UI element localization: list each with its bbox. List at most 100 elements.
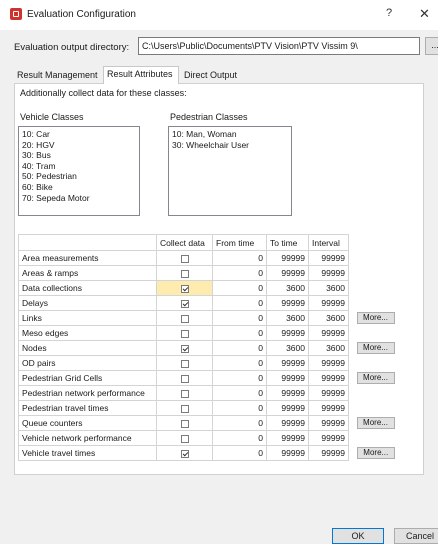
collect-cell[interactable] xyxy=(156,325,213,341)
interval-cell[interactable]: 3600 xyxy=(308,340,349,356)
collect-cell[interactable] xyxy=(156,340,213,356)
list-item[interactable]: 20: HGV xyxy=(22,140,136,151)
to-time-cell[interactable]: 99999 xyxy=(266,400,309,416)
from-time-cell[interactable]: 0 xyxy=(212,325,267,341)
collect-checkbox[interactable] xyxy=(180,299,189,308)
output-directory-field[interactable]: C:\Users\Public\Documents\PTV Vision\PTV… xyxy=(138,37,420,55)
list-item[interactable]: 60: Bike xyxy=(22,182,136,193)
table-row[interactable]: Pedestrian network performance 0 99999 9999… xyxy=(18,385,403,401)
interval-cell[interactable]: 3600 xyxy=(308,310,349,326)
collect-cell[interactable] xyxy=(156,265,213,281)
collect-checkbox[interactable] xyxy=(180,269,189,278)
close-icon[interactable]: ✕ xyxy=(419,6,430,22)
list-item[interactable]: 40: Tram xyxy=(22,161,136,172)
table-row[interactable]: Queue counters 0 99999 99999 More... xyxy=(18,415,403,431)
to-time-cell[interactable]: 99999 xyxy=(266,370,309,386)
interval-cell[interactable]: 99999 xyxy=(308,430,349,446)
collect-cell[interactable] xyxy=(156,400,213,416)
collect-checkbox[interactable] xyxy=(180,314,189,323)
list-item[interactable]: 70: Sepeda Motor xyxy=(22,193,136,204)
list-item[interactable]: 10: Man, Woman xyxy=(172,129,288,140)
table-row[interactable]: Data collections 0 3600 3600 xyxy=(18,280,403,296)
tab-result-management[interactable]: Result Management xyxy=(14,68,102,83)
more-button[interactable]: More... xyxy=(356,447,395,459)
table-row[interactable]: Links 0 3600 3600 More... xyxy=(18,310,403,326)
more-button[interactable]: More... xyxy=(356,312,395,324)
table-row[interactable]: Meso edges 0 99999 99999 xyxy=(18,325,403,341)
from-time-cell[interactable]: 0 xyxy=(212,385,267,401)
from-time-cell[interactable]: 0 xyxy=(212,340,267,356)
collect-checkbox[interactable] xyxy=(180,389,189,398)
to-time-cell[interactable]: 99999 xyxy=(266,355,309,371)
collect-cell[interactable] xyxy=(156,415,213,431)
interval-cell[interactable]: 99999 xyxy=(308,400,349,416)
from-time-cell[interactable]: 0 xyxy=(212,445,267,461)
collect-cell[interactable] xyxy=(156,385,213,401)
table-row[interactable]: OD pairs 0 99999 99999 xyxy=(18,355,403,371)
to-time-cell[interactable]: 99999 xyxy=(266,250,309,266)
interval-cell[interactable]: 99999 xyxy=(308,265,349,281)
help-icon[interactable]: ? xyxy=(386,7,392,19)
vehicle-classes-list[interactable]: 10: Car 20: HGV 30: Bus 40: Tram 50: Ped… xyxy=(18,126,140,216)
cancel-button[interactable]: Cancel xyxy=(394,528,438,544)
to-time-cell[interactable]: 3600 xyxy=(266,340,309,356)
to-time-cell[interactable]: 99999 xyxy=(266,415,309,431)
more-button[interactable]: More... xyxy=(356,342,395,354)
from-time-cell[interactable]: 0 xyxy=(212,310,267,326)
to-time-cell[interactable]: 3600 xyxy=(266,280,309,296)
from-time-cell[interactable]: 0 xyxy=(212,250,267,266)
collect-cell[interactable] xyxy=(156,310,213,326)
from-time-cell[interactable]: 0 xyxy=(212,280,267,296)
pedestrian-classes-list[interactable]: 10: Man, Woman 30: Wheelchair User xyxy=(168,126,292,216)
interval-cell[interactable]: 99999 xyxy=(308,325,349,341)
ok-button[interactable]: OK xyxy=(332,528,384,544)
from-time-cell[interactable]: 0 xyxy=(212,370,267,386)
list-item[interactable]: 30: Bus xyxy=(22,150,136,161)
to-time-cell[interactable]: 3600 xyxy=(266,310,309,326)
collect-checkbox[interactable] xyxy=(180,254,189,263)
collect-checkbox[interactable] xyxy=(180,434,189,443)
collect-cell[interactable] xyxy=(156,355,213,371)
interval-cell[interactable]: 99999 xyxy=(308,445,349,461)
table-row[interactable]: Pedestrian Grid Cells 0 99999 99999 More... xyxy=(18,370,403,386)
more-button[interactable]: More... xyxy=(356,417,395,429)
collect-checkbox[interactable] xyxy=(180,374,189,383)
collect-checkbox[interactable] xyxy=(180,359,189,368)
table-row[interactable]: Delays 0 99999 99999 xyxy=(18,295,403,311)
collect-checkbox[interactable] xyxy=(180,329,189,338)
to-time-cell[interactable]: 99999 xyxy=(266,325,309,341)
to-time-cell[interactable]: 99999 xyxy=(266,265,309,281)
interval-cell[interactable]: 99999 xyxy=(308,370,349,386)
from-time-cell[interactable]: 0 xyxy=(212,265,267,281)
collect-checkbox[interactable] xyxy=(180,419,189,428)
interval-cell[interactable]: 99999 xyxy=(308,385,349,401)
interval-cell[interactable]: 99999 xyxy=(308,415,349,431)
to-time-cell[interactable]: 99999 xyxy=(266,445,309,461)
collect-cell[interactable] xyxy=(156,280,213,296)
collect-cell[interactable] xyxy=(156,370,213,386)
list-item[interactable]: 30: Wheelchair User xyxy=(172,140,288,151)
tab-result-attributes[interactable]: Result Attributes xyxy=(103,66,179,84)
collect-cell[interactable] xyxy=(156,430,213,446)
table-row[interactable]: Vehicle network performance 0 99999 99999 xyxy=(18,430,403,446)
from-time-cell[interactable]: 0 xyxy=(212,400,267,416)
collect-cell[interactable] xyxy=(156,295,213,311)
to-time-cell[interactable]: 99999 xyxy=(266,385,309,401)
collect-checkbox[interactable] xyxy=(180,344,189,353)
table-row[interactable]: Nodes 0 3600 3600 More... xyxy=(18,340,403,356)
from-time-cell[interactable]: 0 xyxy=(212,415,267,431)
from-time-cell[interactable]: 0 xyxy=(212,430,267,446)
table-row[interactable]: Pedestrian travel times 0 99999 99999 xyxy=(18,400,403,416)
from-time-cell[interactable]: 0 xyxy=(212,295,267,311)
to-time-cell[interactable]: 99999 xyxy=(266,430,309,446)
from-time-cell[interactable]: 0 xyxy=(212,355,267,371)
to-time-cell[interactable]: 99999 xyxy=(266,295,309,311)
collect-cell[interactable] xyxy=(156,445,213,461)
interval-cell[interactable]: 99999 xyxy=(308,295,349,311)
interval-cell[interactable]: 99999 xyxy=(308,355,349,371)
tab-direct-output[interactable]: Direct Output xyxy=(181,68,245,83)
table-row[interactable]: Areas & ramps 0 99999 99999 xyxy=(18,265,403,281)
collect-cell[interactable] xyxy=(156,250,213,266)
interval-cell[interactable]: 3600 xyxy=(308,280,349,296)
table-row[interactable]: Vehicle travel times 0 99999 99999 More... xyxy=(18,445,403,461)
